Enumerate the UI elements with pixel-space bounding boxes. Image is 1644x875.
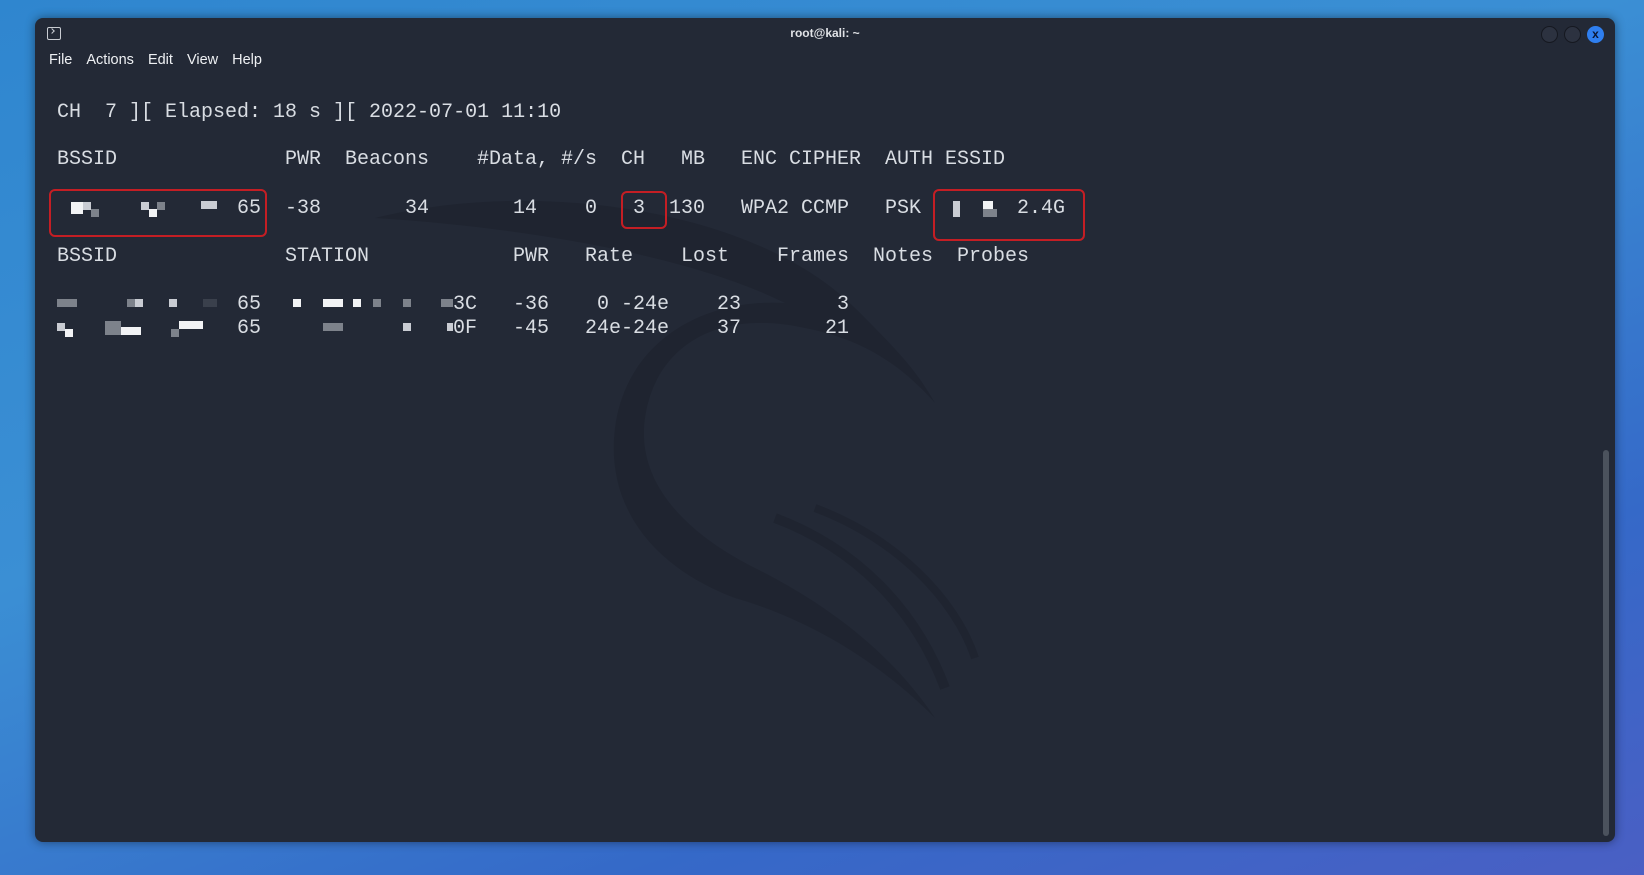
ap-beacons: 34 — [405, 197, 430, 220]
status-text: CH 7 ][ Elapsed: 18 s ][ 2022-07-01 11:1… — [57, 101, 562, 124]
station-header-row: BSSID STATION PWR Rate Lost Frames Notes… — [57, 245, 1457, 269]
kali-dragon-watermark — [375, 200, 979, 718]
redacted-pixel — [441, 299, 453, 307]
header-cipher: CIPHER — [789, 148, 862, 171]
header-ch: CH — [621, 148, 646, 171]
bssid-suffix: 65 — [237, 317, 262, 340]
station-frames: 21 — [825, 317, 850, 340]
ap-auth: PSK — [885, 197, 922, 220]
station-suffix: 3C — [453, 293, 478, 316]
redacted-pixel — [323, 299, 343, 307]
redacted-pixel — [169, 299, 177, 307]
header-station: STATION — [285, 245, 370, 268]
header-essid: ESSID — [945, 148, 1006, 171]
station-rate: 24e-24e — [585, 317, 670, 340]
redacted-pixel — [171, 329, 179, 337]
ap-per-s: 0 — [585, 197, 598, 220]
redacted-pixel — [127, 299, 135, 307]
header-beacons: Beacons — [345, 148, 430, 171]
header-notes: Notes — [873, 245, 934, 268]
header-pwr: PWR — [513, 245, 550, 268]
redacted-pixel — [323, 323, 343, 331]
header-bssid: BSSID — [57, 245, 118, 268]
header-bssid: BSSID — [57, 148, 118, 171]
ap-cipher: CCMP — [801, 197, 850, 220]
ap-row: 65 -38 34 14 0 3 130 WPA2 CCMP PSK 2.4G — [57, 197, 1457, 221]
highlight-bssid — [49, 189, 267, 237]
redacted-pixel — [121, 327, 141, 335]
station-frames: 3 — [837, 293, 850, 316]
ap-data: 14 — [513, 197, 538, 220]
ap-pwr: -38 — [285, 197, 322, 220]
header-enc: ENC — [741, 148, 778, 171]
ap-header-row: BSSID PWR Beacons #Data, #/s CH MB ENC C… — [57, 148, 1457, 172]
scrollbar[interactable] — [1603, 450, 1609, 836]
redacted-pixel — [403, 323, 411, 331]
header-frames: Frames — [777, 245, 850, 268]
terminal-window: root@kali: ~ x File Actions Edit View He… — [35, 18, 1615, 842]
header-pwr: PWR — [285, 148, 322, 171]
header-data: #Data, — [477, 148, 550, 171]
redacted-pixel — [373, 299, 381, 307]
station-lost: 37 — [717, 317, 742, 340]
header-probes: Probes — [957, 245, 1030, 268]
station-row: 65 3C -36 0 -24e 23 3 — [57, 293, 1457, 317]
title-bar: root@kali: ~ x — [35, 18, 1615, 48]
header-auth: AUTH — [885, 148, 934, 171]
redacted-pixel — [135, 299, 143, 307]
redacted-pixel — [293, 299, 301, 307]
menu-help[interactable]: Help — [232, 52, 262, 68]
station-row: 65 0F -45 24e-24e 37 21 — [57, 317, 1457, 341]
header-per-s: #/s — [561, 148, 598, 171]
highlight-essid — [933, 189, 1085, 241]
redacted-pixel — [57, 299, 77, 307]
window-title: root@kali: ~ — [790, 26, 860, 40]
header-mb: MB — [681, 148, 706, 171]
menu-view[interactable]: View — [187, 52, 218, 68]
redacted-pixel — [403, 299, 411, 307]
station-pwr: -36 — [513, 293, 550, 316]
ap-enc: WPA2 — [741, 197, 790, 220]
ap-mb: 130 — [669, 197, 706, 220]
station-lost: 23 — [717, 293, 742, 316]
station-rate: 0 -24e — [597, 293, 670, 316]
close-button[interactable]: x — [1587, 26, 1604, 43]
station-suffix: 0F — [453, 317, 478, 340]
menu-edit[interactable]: Edit — [148, 52, 173, 68]
header-rate: Rate — [585, 245, 634, 268]
station-pwr: -45 — [513, 317, 550, 340]
menu-actions[interactable]: Actions — [86, 52, 134, 68]
minimize-button[interactable] — [1541, 26, 1558, 43]
redacted-pixel — [353, 299, 361, 307]
redacted-pixel — [65, 329, 73, 337]
header-lost: Lost — [681, 245, 730, 268]
menu-bar: File Actions Edit View Help — [49, 52, 262, 68]
bssid-suffix: 65 — [237, 293, 262, 316]
highlight-channel — [621, 191, 667, 229]
redacted-pixel — [57, 323, 65, 331]
redacted-pixel — [203, 299, 217, 307]
maximize-button[interactable] — [1564, 26, 1581, 43]
redacted-pixel — [105, 321, 121, 335]
menu-file[interactable]: File — [49, 52, 72, 68]
redacted-pixel — [179, 321, 203, 329]
status-line: CH 7 ][ Elapsed: 18 s ][ 2022-07-01 11:1… — [57, 101, 1457, 125]
